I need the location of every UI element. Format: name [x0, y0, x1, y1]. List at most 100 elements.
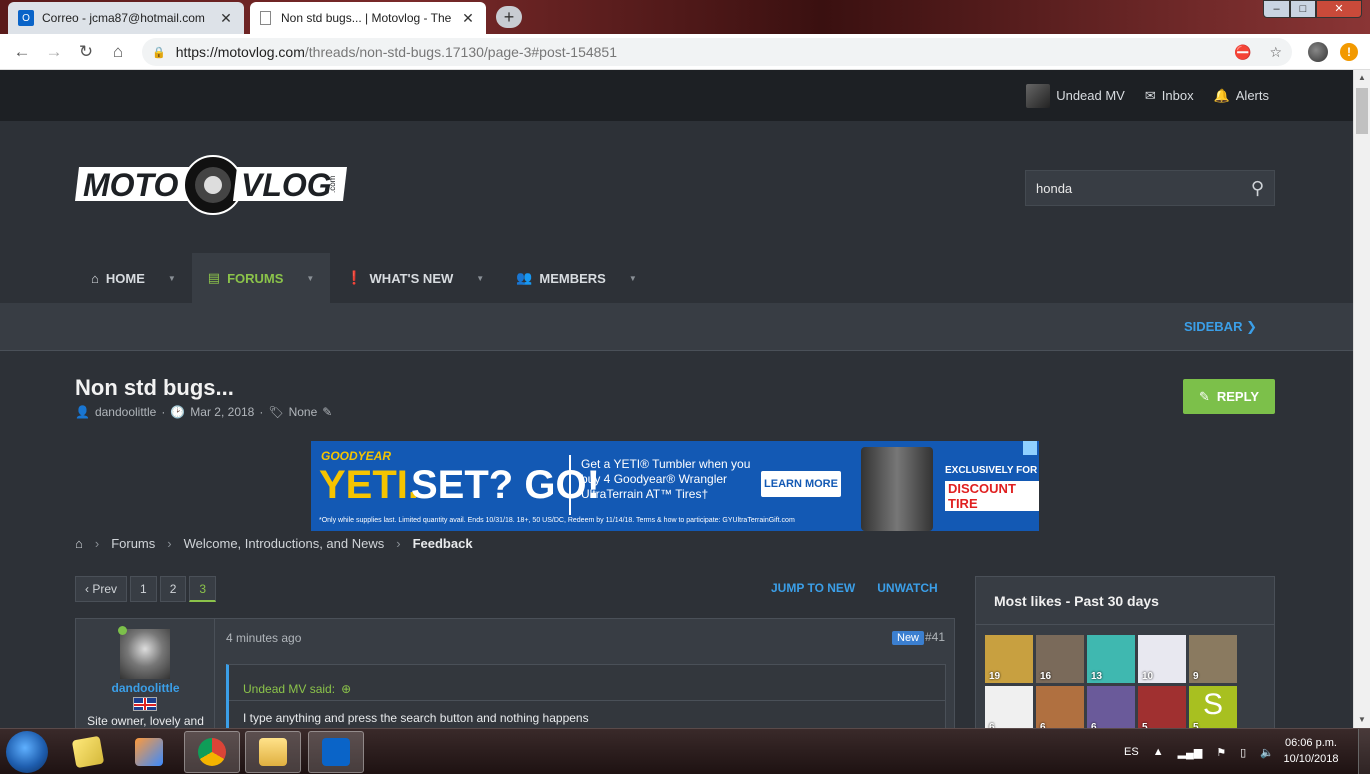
prev-page-button[interactable]: ‹ Prev — [75, 576, 128, 602]
profile-avatar[interactable] — [1308, 42, 1328, 62]
separator: · — [259, 405, 264, 419]
close-icon[interactable]: ✕ — [218, 10, 234, 27]
breadcrumb-feedback[interactable]: Feedback — [413, 536, 473, 551]
post-time[interactable]: 4 minutes ago — [226, 631, 301, 645]
pagination: ‹ Prev 1 2 3 — [75, 576, 217, 602]
inbox-link[interactable]: ✉ Inbox — [1145, 88, 1194, 104]
quote-author: Undead MV said: — [243, 682, 336, 696]
page-2-button[interactable]: 2 — [159, 576, 187, 602]
account-username: Undead MV — [1056, 88, 1125, 103]
tab-title: Correo - jcma87@hotmail.com — [42, 11, 205, 25]
chevron-right-icon: › — [167, 536, 172, 551]
reply-button[interactable]: ✎ REPLY — [1183, 379, 1275, 414]
minimize-button[interactable]: – — [1263, 0, 1290, 18]
chevron-right-icon: › — [94, 536, 100, 551]
like-count: 10 — [1142, 671, 1154, 682]
avatar[interactable] — [120, 629, 170, 679]
thread-date[interactable]: Mar 2, 2018 — [190, 405, 254, 419]
show-desktop-button[interactable] — [1358, 729, 1370, 774]
nav-tab-home[interactable]: ⌂ HOME ▼ — [75, 253, 192, 303]
tray-expand-icon[interactable]: ▲ — [1153, 746, 1164, 758]
bookmark-star-icon[interactable]: ☆ — [1269, 44, 1282, 61]
member-avatar[interactable]: S5 — [1189, 686, 1237, 728]
quote-text: I type anything and press the search but… — [243, 711, 589, 725]
nav-tab-members[interactable]: 👥 MEMBERS ▼ — [500, 253, 653, 303]
address-bar[interactable]: 🔒 https://motovlog.com /threads/non-std-… — [142, 38, 1292, 66]
maximize-button[interactable]: □ — [1290, 0, 1316, 18]
browser-tab-mail[interactable]: O Correo - jcma87@hotmail.com ✕ — [8, 2, 244, 34]
account-link[interactable]: Undead MV — [1026, 83, 1125, 108]
pencil-icon[interactable]: ✎ — [322, 405, 332, 419]
member-avatar[interactable]: 5 — [1138, 686, 1186, 728]
member-avatar[interactable]: 13 — [1087, 635, 1135, 683]
breadcrumb-forums[interactable]: Forums — [111, 536, 155, 551]
back-arrow-icon[interactable]: ← — [6, 42, 38, 62]
user-bar: Undead MV ✉ Inbox 🔔 Alerts — [0, 70, 1353, 121]
chevron-down-icon[interactable]: ▼ — [476, 274, 484, 283]
window-close-button[interactable]: ✕ — [1316, 0, 1362, 18]
start-button[interactable] — [6, 731, 48, 773]
volume-icon[interactable]: 🔈 — [1260, 746, 1274, 759]
pencil-icon: ✎ — [1198, 388, 1210, 404]
thread-author[interactable]: dandoolittle — [95, 405, 156, 419]
ad-learn-more-button[interactable]: LEARN MORE — [761, 471, 841, 497]
chevron-down-icon[interactable]: ▼ — [629, 274, 637, 283]
unwatch-link[interactable]: UNWATCH — [877, 581, 937, 595]
language-indicator[interactable]: ES — [1124, 746, 1139, 758]
home-icon[interactable]: ⌂ — [102, 42, 134, 62]
member-avatar[interactable]: 6 — [1036, 686, 1084, 728]
update-alert-icon[interactable]: ! — [1340, 43, 1358, 61]
member-avatar[interactable]: 19 — [985, 635, 1033, 683]
home-icon[interactable]: ⌂ — [75, 536, 83, 551]
page-scrollbar[interactable]: ▲ ▼ — [1353, 70, 1370, 728]
post-number[interactable]: #41 — [925, 630, 945, 644]
nav-label: MEMBERS — [539, 270, 606, 286]
browser-tab-thread[interactable]: Non std bugs... | Motovlog - The ✕ — [250, 2, 486, 34]
alerts-link[interactable]: 🔔 Alerts — [1214, 88, 1269, 104]
new-tab-button[interactable]: + — [496, 6, 522, 28]
chevron-down-icon[interactable]: ▼ — [306, 274, 314, 283]
member-avatar[interactable]: 10 — [1138, 635, 1186, 683]
scroll-up-arrow-icon[interactable]: ▲ — [1354, 70, 1370, 86]
quote-header[interactable]: Undead MV said: ⊕ — [229, 665, 945, 701]
taskbar-clock[interactable]: 06:06 p.m. 10/10/2018 — [1280, 735, 1342, 767]
jump-to-new-link[interactable]: JUMP TO NEW — [771, 581, 855, 595]
search-input[interactable]: honda ⚲ — [1025, 170, 1275, 206]
chevron-down-icon[interactable]: ▼ — [168, 274, 176, 283]
search-icon[interactable]: ⚲ — [1251, 178, 1264, 199]
taskbar-media-player[interactable] — [121, 731, 177, 773]
forward-arrow-icon[interactable]: → — [38, 42, 70, 62]
signal-icon[interactable]: ▂▄▆ — [1178, 746, 1203, 759]
member-avatar[interactable]: 9 — [1189, 635, 1237, 683]
member-avatar[interactable]: 6 — [1087, 686, 1135, 728]
tab-title: Non std bugs... | Motovlog - The — [281, 11, 452, 25]
taskbar-notes[interactable] — [60, 731, 116, 773]
flag-icon[interactable]: ⚑ — [1216, 746, 1226, 759]
member-avatar[interactable]: 16 — [1036, 635, 1084, 683]
taskbar-chrome[interactable] — [184, 731, 240, 773]
scroll-down-arrow-icon[interactable]: ▼ — [1354, 712, 1370, 728]
sidebar-toggle-link[interactable]: SIDEBAR ❯ — [1184, 319, 1257, 335]
reload-icon[interactable]: ↻ — [70, 42, 102, 62]
close-icon[interactable]: ✕ — [460, 10, 476, 27]
taskbar-explorer[interactable] — [245, 731, 301, 773]
post-username[interactable]: dandoolittle — [76, 681, 215, 695]
search-value: honda — [1036, 180, 1073, 196]
page-icon — [260, 11, 271, 25]
member-avatar[interactable]: 6 — [985, 686, 1033, 728]
advertisement-banner[interactable]: GOODYEAR YETI. SET? GO! Get a YETI® Tumb… — [311, 441, 1039, 531]
page-3-button[interactable]: 3 — [189, 576, 217, 602]
taskbar-outlook[interactable] — [308, 731, 364, 773]
adchoices-icon[interactable] — [1023, 441, 1037, 455]
breadcrumb-welcome[interactable]: Welcome, Introductions, and News — [184, 536, 385, 551]
nav-tab-whats-new[interactable]: ❗ WHAT'S NEW ▼ — [330, 253, 500, 303]
nav-tab-forums[interactable]: ▤ FORUMS ▼ — [191, 253, 331, 303]
device-icon[interactable]: ▯ — [1240, 746, 1246, 759]
logo-text-left: MOTO — [83, 167, 179, 203]
scrollbar-thumb[interactable] — [1356, 88, 1368, 134]
page-1-button[interactable]: 1 — [130, 576, 157, 602]
browser-toolbar: ← → ↻ ⌂ 🔒 https://motovlog.com /threads/… — [0, 34, 1370, 70]
speech-bubble-icon: ❗ — [346, 270, 363, 285]
site-logo[interactable]: MOTO VLOG .com — [75, 155, 347, 215]
blocked-content-icon[interactable]: ⛔ — [1234, 44, 1251, 61]
